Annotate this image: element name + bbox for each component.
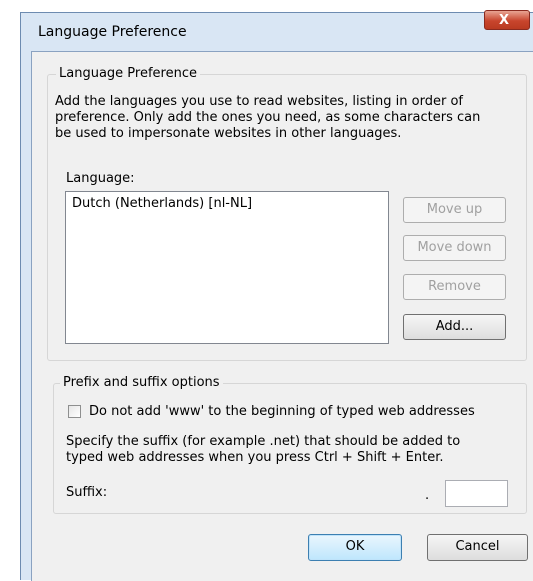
suffix-description-line: Specify the suffix (for example .net) th… [66, 434, 461, 449]
suffix-description: Specify the suffix (for example .net) th… [66, 434, 460, 466]
add-button[interactable]: Add... [403, 314, 506, 340]
language-group-legend: Language Preference [56, 66, 200, 82]
prefix-group-legend: Prefix and suffix options [60, 375, 223, 391]
close-button[interactable]: X [484, 10, 530, 30]
close-icon: X [499, 13, 510, 28]
language-list-item[interactable]: Dutch (Netherlands) [nl-NL] [72, 196, 252, 211]
language-description-line: Add the languages you use to read websit… [55, 94, 463, 109]
title-bar: Language Preference [21, 13, 533, 51]
language-description-line: be used to impersonate websites in other… [55, 126, 402, 141]
language-list-label: Language: [66, 171, 135, 186]
suffix-dot: . [425, 488, 430, 503]
suffix-input[interactable] [445, 480, 508, 507]
remove-button[interactable]: Remove [403, 274, 506, 300]
suffix-label: Suffix: [66, 485, 108, 500]
no-www-checkbox-label[interactable]: Do not add 'www' to the beginning of typ… [89, 404, 475, 420]
move-down-button[interactable]: Move down [403, 235, 506, 261]
suffix-description-line: typed web addresses when you press Ctrl … [66, 450, 444, 465]
move-up-button[interactable]: Move up [403, 197, 506, 223]
dialog-title: Language Preference [38, 24, 187, 40]
cancel-button[interactable]: Cancel [427, 534, 528, 561]
language-description-line: preference. Only add the ones you need, … [55, 110, 481, 125]
no-www-checkbox[interactable] [68, 405, 81, 418]
language-listbox[interactable]: Dutch (Netherlands) [nl-NL] [65, 191, 389, 344]
language-description: Add the languages you use to read websit… [55, 94, 480, 142]
ok-button[interactable]: OK [308, 534, 402, 561]
